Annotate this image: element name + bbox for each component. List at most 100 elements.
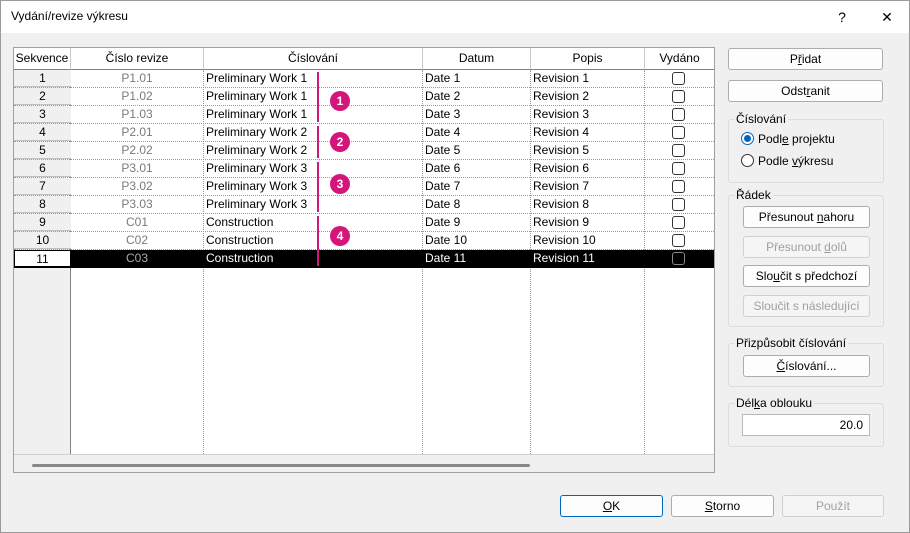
row-date-cell[interactable]: Date 7 (423, 178, 530, 195)
scrollbar-thumb[interactable] (32, 464, 530, 467)
row-date-cell[interactable]: Date 8 (423, 196, 530, 213)
row-description-cell[interactable]: Revision 8 (531, 196, 644, 213)
row-date-cell[interactable]: Date 3 (423, 106, 530, 123)
row-issued-cell[interactable] (645, 70, 714, 87)
row-numbering-cell[interactable]: Preliminary Work 1 (204, 106, 422, 123)
row-numbering-cell[interactable]: Preliminary Work 1 (204, 88, 422, 105)
merge-previous-button[interactable]: Sloučit s předchozí (743, 265, 870, 287)
table-row[interactable]: 7 P3.02 Preliminary Work 3 Date 7 Revision 7 (14, 178, 714, 196)
row-revision-number-cell[interactable]: P1.01 (71, 70, 203, 87)
issued-checkbox[interactable] (672, 144, 685, 157)
radio-by-project-label[interactable]: Podle projektu (758, 132, 835, 146)
row-date-cell[interactable]: Date 4 (423, 124, 530, 141)
row-numbering-cell[interactable]: Preliminary Work 3 (204, 178, 422, 195)
row-numbering-cell[interactable]: Preliminary Work 3 (204, 196, 422, 213)
row-issued-cell[interactable] (645, 142, 714, 159)
row-date-cell[interactable]: Date 11 (423, 250, 530, 267)
table-row[interactable]: 8 P3.03 Preliminary Work 3 Date 8 Revision 8 (14, 196, 714, 214)
issued-checkbox[interactable] (672, 162, 685, 175)
issued-checkbox[interactable] (672, 90, 685, 103)
issued-checkbox[interactable] (672, 216, 685, 229)
row-sequence-cell[interactable]: 4 (14, 124, 71, 141)
numbering-settings-button[interactable]: Číslování... (743, 355, 870, 377)
radio-by-project[interactable] (741, 132, 754, 145)
table-row[interactable]: 11 C03 Construction Date 11 Revision 11 (14, 250, 714, 268)
issued-checkbox[interactable] (672, 72, 685, 85)
merge-next-button[interactable]: Sloučit s následující (743, 295, 870, 317)
row-revision-number-cell[interactable]: P2.02 (71, 142, 203, 159)
column-header-description[interactable]: Popis (531, 48, 645, 70)
arc-length-field[interactable]: 20.0 (742, 414, 870, 436)
row-issued-cell[interactable] (645, 88, 714, 105)
radio-by-sheet-label[interactable]: Podle výkresu (758, 154, 833, 168)
table-row[interactable]: 3 P1.03 Preliminary Work 1 Date 3 Revision 3 (14, 106, 714, 124)
row-description-cell[interactable]: Revision 11 (531, 250, 644, 267)
row-sequence-cell[interactable]: 6 (14, 160, 71, 177)
row-sequence-cell[interactable]: 1 (14, 70, 71, 87)
row-numbering-cell[interactable]: Preliminary Work 2 (204, 142, 422, 159)
row-revision-number-cell[interactable]: P3.03 (71, 196, 203, 213)
row-date-cell[interactable]: Date 6 (423, 160, 530, 177)
row-sequence-cell[interactable]: 9 (14, 214, 71, 231)
row-issued-cell[interactable] (645, 160, 714, 177)
row-numbering-cell[interactable]: Preliminary Work 1 (204, 70, 422, 87)
table-row[interactable]: 6 P3.01 Preliminary Work 3 Date 6 Revision 6 (14, 160, 714, 178)
table-row[interactable]: 2 P1.02 Preliminary Work 1 Date 2 Revision 2 (14, 88, 714, 106)
row-date-cell[interactable]: Date 1 (423, 70, 530, 87)
row-issued-cell[interactable] (645, 106, 714, 123)
column-header-numbering[interactable]: Číslování (204, 48, 423, 70)
apply-button[interactable]: Použít (782, 495, 884, 517)
issued-checkbox[interactable] (672, 198, 685, 211)
row-revision-number-cell[interactable]: P1.03 (71, 106, 203, 123)
table-row[interactable]: 9 C01 Construction Date 9 Revision 9 (14, 214, 714, 232)
issued-checkbox[interactable] (672, 234, 685, 247)
table-row[interactable]: 1 P1.01 Preliminary Work 1 Date 1 Revision 1 (14, 70, 714, 88)
row-description-cell[interactable]: Revision 1 (531, 70, 644, 87)
cancel-button[interactable]: Storno (671, 495, 774, 517)
column-header-date[interactable]: Datum (423, 48, 531, 70)
row-numbering-cell[interactable]: Construction (204, 214, 422, 231)
row-description-cell[interactable]: Revision 3 (531, 106, 644, 123)
row-date-cell[interactable]: Date 2 (423, 88, 530, 105)
table-row[interactable]: 4 P2.01 Preliminary Work 2 Date 4 Revision 4 (14, 124, 714, 142)
row-numbering-cell[interactable]: Preliminary Work 2 (204, 124, 422, 141)
row-numbering-cell[interactable]: Construction (204, 232, 422, 249)
row-date-cell[interactable]: Date 10 (423, 232, 530, 249)
radio-by-sheet[interactable] (741, 154, 754, 167)
remove-button[interactable]: Odstranit (728, 80, 883, 102)
move-up-button[interactable]: Přesunout nahoru (743, 206, 870, 228)
row-description-cell[interactable]: Revision 4 (531, 124, 644, 141)
table-row[interactable]: 10 C02 Construction Date 10 Revision 10 (14, 232, 714, 250)
row-revision-number-cell[interactable]: P2.01 (71, 124, 203, 141)
row-sequence-cell[interactable]: 5 (14, 142, 71, 159)
column-header-issued[interactable]: Vydáno (645, 48, 714, 70)
row-numbering-cell[interactable]: Construction (204, 250, 422, 267)
row-description-cell[interactable]: Revision 9 (531, 214, 644, 231)
row-issued-cell[interactable] (645, 232, 714, 249)
add-button[interactable]: Přidat (728, 48, 883, 70)
row-date-cell[interactable]: Date 5 (423, 142, 530, 159)
move-down-button[interactable]: Přesunout dolů (743, 236, 870, 258)
row-sequence-cell[interactable]: 10 (14, 232, 71, 249)
column-header-sequence[interactable]: Sekvence (14, 48, 71, 70)
horizontal-scrollbar[interactable] (14, 454, 714, 472)
row-sequence-cell[interactable]: 8 (14, 196, 71, 213)
row-issued-cell[interactable] (645, 214, 714, 231)
row-description-cell[interactable]: Revision 5 (531, 142, 644, 159)
row-issued-cell[interactable] (645, 196, 714, 213)
row-sequence-cell[interactable]: 11 (14, 250, 71, 267)
row-issued-cell[interactable] (645, 250, 714, 267)
row-description-cell[interactable]: Revision 10 (531, 232, 644, 249)
row-revision-number-cell[interactable]: C03 (71, 250, 203, 267)
row-description-cell[interactable]: Revision 7 (531, 178, 644, 195)
ok-button[interactable]: OK (560, 495, 663, 517)
row-sequence-cell[interactable]: 3 (14, 106, 71, 123)
row-revision-number-cell[interactable]: P3.01 (71, 160, 203, 177)
row-issued-cell[interactable] (645, 178, 714, 195)
row-sequence-cell[interactable]: 2 (14, 88, 71, 105)
issued-checkbox[interactable] (672, 126, 685, 139)
row-sequence-cell[interactable]: 7 (14, 178, 71, 195)
row-description-cell[interactable]: Revision 2 (531, 88, 644, 105)
help-button[interactable]: ? (820, 1, 864, 33)
row-description-cell[interactable]: Revision 6 (531, 160, 644, 177)
